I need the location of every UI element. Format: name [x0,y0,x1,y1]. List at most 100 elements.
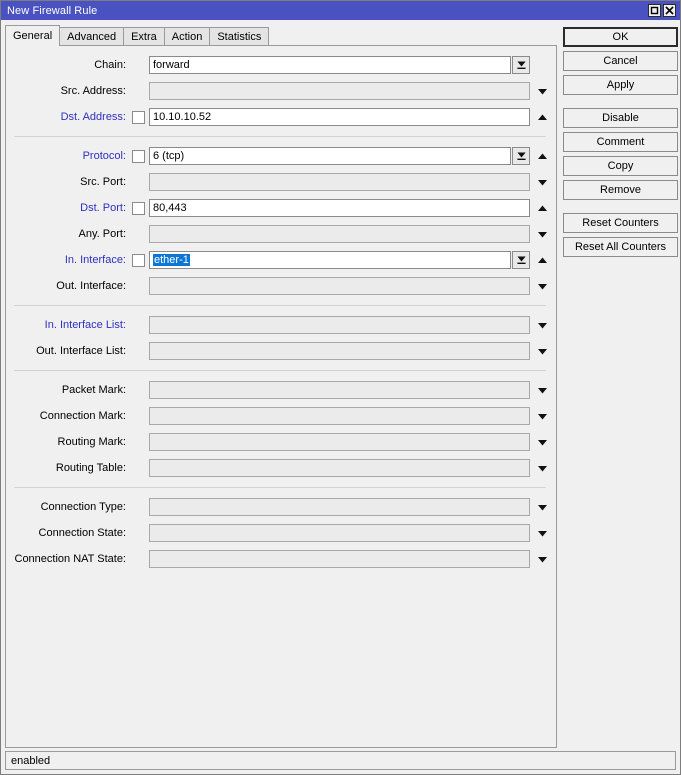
checkbox-dst-port[interactable] [132,201,145,215]
field-row-protocol: Protocol: 6 (tcp) [6,143,556,169]
tab-statistics[interactable]: Statistics [209,27,270,46]
input-connection-nat-state[interactable] [149,550,530,568]
triangle-down-icon [537,504,547,510]
input-connection-state[interactable] [149,524,530,542]
checkbox-in-interface[interactable] [132,253,145,267]
input-out-interface[interactable] [149,277,530,295]
window-title: New Firewall Rule [7,4,98,17]
field-row-in-interface-list: In. Interface List: [6,312,556,338]
label-out-interface-list: Out. Interface List: [36,345,126,357]
status-text: enabled [11,754,51,767]
collapse-button-dst-address[interactable] [532,108,552,126]
triangle-up-icon [537,153,547,159]
input-in-interface-list[interactable] [149,316,530,334]
triangle-down-icon [537,387,547,393]
expand-button-any-port[interactable] [532,225,552,243]
tab-advanced[interactable]: Advanced [59,27,125,46]
expand-button-routing-mark[interactable] [532,433,552,451]
close-button[interactable] [663,4,676,17]
reset-counters-button[interactable]: Reset Counters [563,213,678,233]
input-connection-mark[interactable] [149,407,530,425]
field-row-chain: Chain: forward [6,52,556,78]
titlebar-buttons [648,4,680,17]
triangle-up-icon [537,114,547,120]
label-protocol: Protocol: [82,150,126,162]
dropdown-button-protocol[interactable] [512,147,530,165]
label-connection-type: Connection Type: [40,501,126,513]
label-connection-mark: Connection Mark: [39,410,126,422]
triangle-up-icon [537,257,547,263]
triangle-down-icon [537,322,547,328]
triangle-down-icon [537,348,547,354]
field-row-routing-mark: Routing Mark: [6,429,556,455]
triangle-down-icon [537,179,547,185]
input-protocol[interactable]: 6 (tcp) [149,147,511,165]
dropdown-button-chain[interactable] [512,56,530,74]
expand-button-out-interface-list[interactable] [532,342,552,360]
input-out-interface-list[interactable] [149,342,530,360]
tab-general[interactable]: General [5,25,61,46]
expand-button-connection-state[interactable] [532,524,552,542]
expand-button-routing-table[interactable] [532,459,552,477]
expand-button-connection-nat-state[interactable] [532,550,552,568]
field-row-routing-table: Routing Table: [6,455,556,481]
input-dst-address[interactable]: 10.10.10.52 [149,108,530,126]
label-chain: Chain: [94,59,126,71]
copy-button[interactable]: Copy [563,156,678,176]
input-routing-table[interactable] [149,459,530,477]
checkbox-dst-address[interactable] [132,110,145,124]
form-rows: Chain: forward Src. Address: Dst. Address: 1… [6,46,556,572]
tab-extra[interactable]: Extra [123,27,165,46]
chevron-down-bar-icon [516,61,526,69]
input-chain[interactable]: forward [149,56,511,74]
selected-text: ether-1 [153,254,190,266]
label-routing-table: Routing Table: [55,462,126,474]
field-row-src-address: Src. Address: [6,78,556,104]
ok-button[interactable]: OK [563,27,678,47]
input-in-interface[interactable]: ether-1 [149,251,511,269]
field-row-src-port: Src. Port: [6,169,556,195]
input-packet-mark[interactable] [149,381,530,399]
input-dst-port[interactable]: 80,443 [149,199,530,217]
input-src-port[interactable] [149,173,530,191]
collapse-button-protocol[interactable] [532,147,552,165]
triangle-down-icon [537,231,547,237]
expand-button-out-interface[interactable] [532,277,552,295]
remove-button[interactable]: Remove [563,180,678,200]
label-packet-mark: Packet Mark: [61,384,126,396]
field-row-out-interface-list: Out. Interface List: [6,338,556,364]
reset-all-counters-button[interactable]: Reset All Counters [563,237,678,257]
apply-button[interactable]: Apply [563,75,678,95]
expand-button-packet-mark[interactable] [532,381,552,399]
maximize-button[interactable] [648,4,661,17]
dropdown-button-in-interface[interactable] [512,251,530,269]
input-src-address[interactable] [149,82,530,100]
expand-button-src-port[interactable] [532,173,552,191]
cancel-button[interactable]: Cancel [563,51,678,71]
comment-button[interactable]: Comment [563,132,678,152]
expand-button-in-interface-list[interactable] [532,316,552,334]
field-row-connection-mark: Connection Mark: [6,403,556,429]
field-row-dst-port: Dst. Port: 80,443 [6,195,556,221]
expand-button-connection-mark[interactable] [532,407,552,425]
checkbox-protocol[interactable] [132,149,145,163]
general-tab-panel: Chain: forward Src. Address: Dst. Address: 1… [5,45,557,748]
input-routing-mark[interactable] [149,433,530,451]
close-icon [665,6,674,15]
input-connection-type[interactable] [149,498,530,516]
collapse-button-dst-port[interactable] [532,199,552,217]
collapse-button-in-interface[interactable] [532,251,552,269]
label-in-interface: In. Interface: [64,254,126,266]
disable-button[interactable]: Disable [563,108,678,128]
expand-button-src-address[interactable] [532,82,552,100]
label-connection-state: Connection State: [38,527,126,539]
firewall-rule-window: New Firewall Rule General Advanced Extra Ac… [0,0,681,775]
input-any-port[interactable] [149,225,530,243]
status-bar: enabled [5,751,676,770]
triangle-down-icon [537,413,547,419]
label-dst-address: Dst. Address: [60,111,126,123]
tab-action[interactable]: Action [163,27,211,46]
expand-button-connection-type[interactable] [532,498,552,516]
triangle-down-icon [537,439,547,445]
triangle-down-icon [537,530,547,536]
